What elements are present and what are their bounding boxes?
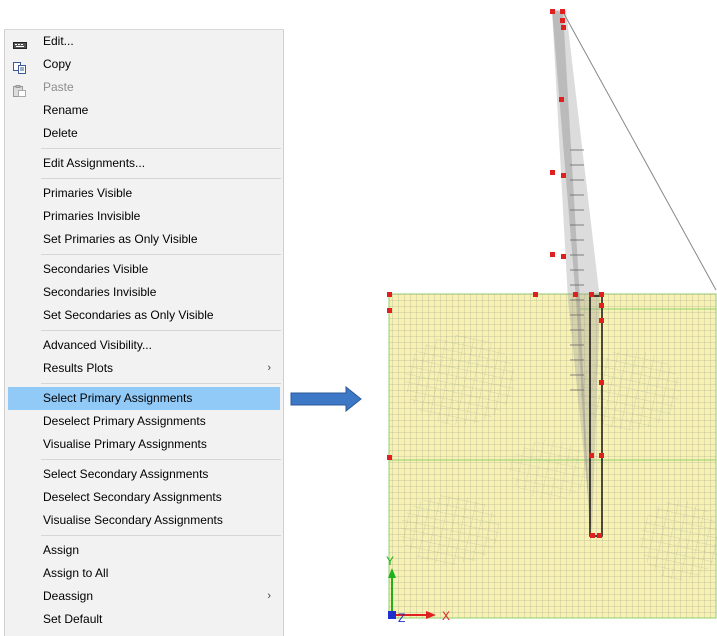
soil-mesh bbox=[388, 293, 717, 619]
menu-item-set-default[interactable]: Set Default bbox=[5, 608, 283, 631]
menu-item-primaries-visible[interactable]: Primaries Visible bbox=[5, 182, 283, 205]
menu-item-rename[interactable]: Rename bbox=[5, 99, 283, 122]
chevron-right-icon: › bbox=[267, 590, 271, 602]
menu-item-primaries-invisible[interactable]: Primaries Invisible bbox=[5, 205, 283, 228]
menu-item-copy[interactable]: Copy bbox=[5, 53, 283, 76]
menu-item-label: Visualise Primary Assignments bbox=[43, 437, 207, 451]
menu-item-label: Rename bbox=[43, 103, 89, 117]
menu-item-label: Set Primaries as Only Visible bbox=[43, 232, 198, 246]
menu-item-label: Advanced Visibility... bbox=[43, 338, 152, 352]
menu-item-label: Results Plots bbox=[43, 361, 114, 375]
chevron-right-icon: › bbox=[267, 362, 271, 374]
menu-separator bbox=[41, 254, 281, 255]
z-axis-label: Z bbox=[398, 611, 405, 625]
menu-item-deselect-primary-assignments[interactable]: Deselect Primary Assignments bbox=[5, 410, 283, 433]
menu-item-label: Assign bbox=[43, 543, 80, 557]
menu-item-delete[interactable]: Delete bbox=[5, 122, 283, 145]
menu-item-assign[interactable]: Assign bbox=[5, 539, 283, 562]
menu-item-label: Secondaries Visible bbox=[43, 262, 149, 276]
menu-item-label: Deselect Primary Assignments bbox=[43, 414, 206, 428]
menu-item-label: Deselect Secondary Assignments bbox=[43, 490, 222, 504]
menu-item-visualise-primary-assignments[interactable]: Visualise Primary Assignments bbox=[5, 433, 283, 456]
x-axis-label: X bbox=[442, 609, 450, 623]
menu-item-edit[interactable]: Edit... bbox=[5, 30, 283, 53]
menu-item-label: Set Secondaries as Only Visible bbox=[43, 308, 214, 322]
menu-separator bbox=[41, 383, 281, 384]
menu-item-label: Visualise Secondary Assignments bbox=[43, 513, 223, 527]
y-axis-label: Y bbox=[386, 554, 394, 568]
menu-separator bbox=[41, 459, 281, 460]
menu-item-label: Copy bbox=[43, 57, 72, 71]
menu-item-results-plots[interactable]: Results Plots › bbox=[5, 357, 283, 380]
menu-item-deassign[interactable]: Deassign › bbox=[5, 585, 283, 608]
menu-item-paste[interactable]: Paste bbox=[5, 76, 283, 99]
model-viewport[interactable]: Y X Z bbox=[380, 0, 717, 636]
menu-item-advanced-visibility[interactable]: Advanced Visibility... bbox=[5, 334, 283, 357]
menu-item-label: Paste bbox=[43, 80, 74, 94]
menu-item-secondaries-visible[interactable]: Secondaries Visible bbox=[5, 258, 283, 281]
menu-item-label: Secondaries Invisible bbox=[43, 285, 157, 299]
menu-item-set-secondaries-only-visible[interactable]: Set Secondaries as Only Visible bbox=[5, 304, 283, 327]
menu-item-label: Deassign bbox=[43, 589, 94, 603]
menu-item-label: Select Secondary Assignments bbox=[43, 467, 209, 481]
menu-item-label: Assign to All bbox=[43, 566, 109, 580]
menu-item-label: Edit Assignments... bbox=[43, 156, 146, 170]
menu-item-set-primaries-only-visible[interactable]: Set Primaries as Only Visible bbox=[5, 228, 283, 251]
menu-item-deselect-secondary-assignments[interactable]: Deselect Secondary Assignments bbox=[5, 486, 283, 509]
menu-item-label: Delete bbox=[43, 126, 78, 140]
menu-separator bbox=[41, 148, 281, 149]
paste-icon bbox=[13, 82, 27, 97]
context-menu: Edit... Copy Paste Rename Delete Edit As… bbox=[4, 29, 284, 636]
menu-item-label: Primaries Visible bbox=[43, 186, 133, 200]
copy-icon bbox=[13, 59, 27, 74]
menu-item-assign-to-all[interactable]: Assign to All bbox=[5, 562, 283, 585]
right-arrow-icon bbox=[290, 386, 362, 412]
menu-item-label: Select Primary Assignments bbox=[43, 391, 193, 405]
menu-item-visualise-secondary-assignments[interactable]: Visualise Secondary Assignments bbox=[5, 509, 283, 532]
menu-item-select-primary-assignments[interactable]: Select Primary Assignments bbox=[8, 387, 280, 410]
menu-item-secondaries-invisible[interactable]: Secondaries Invisible bbox=[5, 281, 283, 304]
keyboard-icon bbox=[13, 36, 27, 49]
menu-item-edit-assignments[interactable]: Edit Assignments... bbox=[5, 152, 283, 175]
menu-item-label: Set Default bbox=[43, 612, 103, 626]
menu-item-label: Edit... bbox=[43, 34, 74, 48]
menu-item-select-secondary-assignments[interactable]: Select Secondary Assignments bbox=[5, 463, 283, 486]
menu-separator bbox=[41, 178, 281, 179]
menu-item-label: Primaries Invisible bbox=[43, 209, 141, 223]
menu-separator bbox=[41, 535, 281, 536]
menu-separator bbox=[41, 330, 281, 331]
